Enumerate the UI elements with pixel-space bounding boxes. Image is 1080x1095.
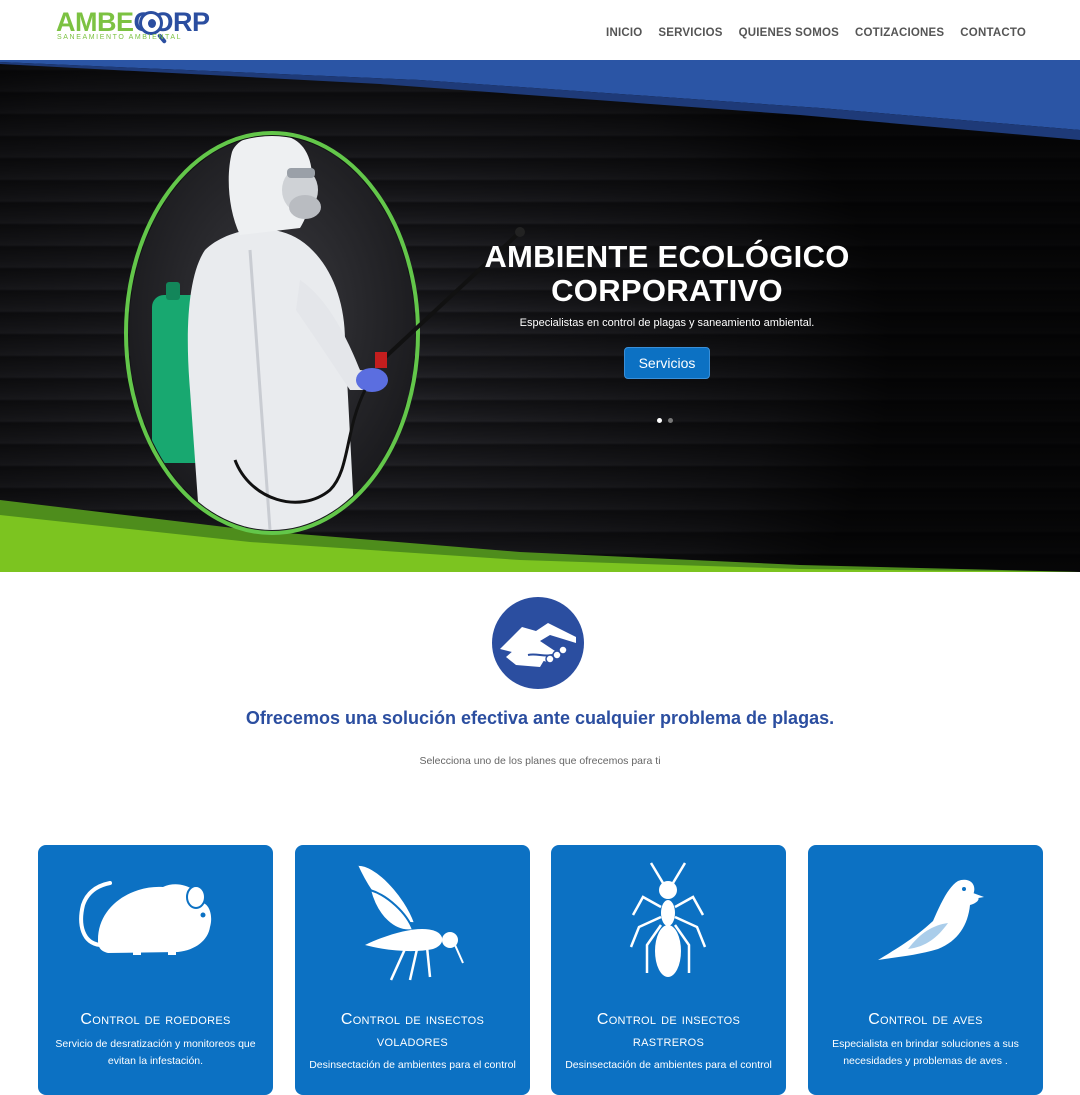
slider-dots (657, 418, 673, 423)
hero-subtitle: Especialistas en control de plagas y san… (519, 317, 815, 329)
card-title: Control de insectos rastreros (596, 1011, 741, 1050)
magnifier-bug-icon (139, 11, 163, 35)
main-nav: INICIO SERVICIOS QUIENES SOMOS COTIZACIO… (606, 27, 1026, 39)
handshake-icon (492, 597, 584, 689)
mouse-icon (79, 881, 212, 955)
nav-quienes-somos[interactable]: QUIENES SOMOS (739, 27, 839, 39)
card-title: Control de aves (868, 1011, 983, 1028)
hero-servicios-button[interactable]: Servicios (624, 347, 710, 379)
card-title: Control de insectos voladores (340, 1011, 485, 1050)
bird-icon (878, 879, 984, 960)
slide-dot-1[interactable] (657, 418, 662, 423)
card-description: Servicio de desratización y monitoreos q… (55, 1038, 256, 1067)
nav-contacto[interactable]: CONTACTO (960, 27, 1026, 39)
hero-title: AMBIENTE ECOLÓGICO CORPORATIVO (484, 239, 850, 308)
technician-image (129, 136, 415, 530)
slide-dot-2[interactable] (668, 418, 673, 423)
nav-servicios[interactable]: SERVICIOS (658, 27, 722, 39)
intro-subtitle: Selecciona uno de los planes que ofrecem… (419, 755, 661, 767)
card-description: Especialista en brindar soluciones a sus… (832, 1038, 1019, 1067)
card-control-aves[interactable]: Control de aves Especialista en brindar … (808, 845, 1043, 1095)
site-logo[interactable]: AMBECORP Saneamiento ambiental (56, 8, 210, 48)
intro-title: Ofrecemos una solución efectiva ante cua… (245, 708, 835, 728)
card-description: Desinsectación de ambientes para el cont… (565, 1059, 772, 1071)
logo-tagline: Saneamiento ambiental (57, 34, 183, 41)
card-control-insectos-rastreros[interactable]: Control de insectos rastreros Desinsecta… (551, 845, 786, 1095)
nav-inicio[interactable]: INICIO (606, 27, 642, 39)
nav-cotizaciones[interactable]: COTIZACIONES (855, 27, 944, 39)
card-title: Control de roedores (80, 1011, 231, 1028)
site-header: AMBECORP Saneamiento ambiental INICIO SE… (0, 0, 1080, 60)
ant-icon (629, 862, 707, 977)
card-control-roedores[interactable]: Control de roedores Servicio de desratiz… (38, 845, 273, 1095)
hero-slider: AMBIENTE ECOLÓGICO CORPORATIVO Especiali… (0, 60, 1080, 572)
card-control-insectos-voladores[interactable]: Control de insectos voladores Desinsecta… (295, 845, 530, 1095)
hero-graphics (0, 60, 1080, 572)
logo-wordmark: AMBECORP (56, 7, 210, 37)
mosquito-icon (355, 863, 464, 981)
card-description: Desinsectación de ambientes para el cont… (309, 1059, 516, 1071)
